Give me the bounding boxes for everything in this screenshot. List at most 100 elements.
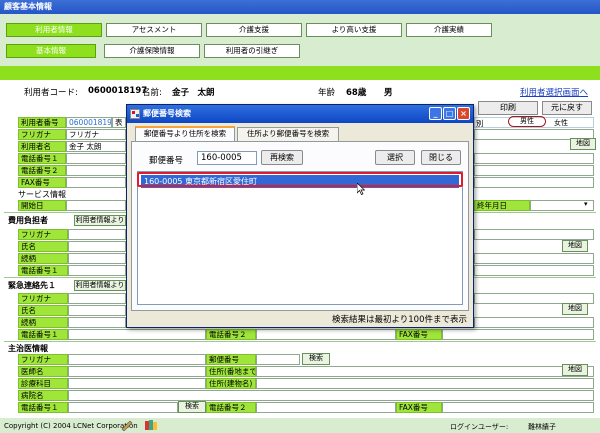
map-button-2[interactable]: 地図 [562,240,588,252]
gender-male-option[interactable]: 男性 [508,116,546,127]
doctor-furigana-field[interactable] [68,354,206,365]
emerg-relation-field[interactable] [68,317,126,328]
tab-search-by-address[interactable]: 住所より郵便番号を検索 [237,127,339,141]
books-icon[interactable] [144,419,158,431]
print-button[interactable]: 印刷 [478,101,538,115]
close-icon[interactable]: × [457,107,470,120]
doctor-addr1-field[interactable] [256,366,594,377]
phone1-field[interactable] [66,153,126,164]
user-code: 0600018197 [88,86,148,96]
doctor-phone1-field[interactable] [68,402,178,413]
window-title: 顧客基本情報 [0,0,600,14]
emerg-furigana-label: フリガナ [18,293,68,304]
right-field-4[interactable] [474,177,594,188]
payer-section-title: 費用負担者 [8,216,48,225]
emerg-fax-field[interactable] [442,329,594,340]
undo-button[interactable]: 元に戻す [542,101,592,115]
doctor-zip-field[interactable] [256,354,300,365]
fax-label: FAX番号 [18,177,66,188]
payer-furigana-field[interactable] [68,229,126,240]
emerg-phone1-field[interactable] [68,329,206,340]
map-button-3[interactable]: 地図 [562,303,588,315]
zip-input[interactable]: 160-0005 [197,151,257,165]
doctor-phone-search-button[interactable]: 検索 [178,401,206,413]
maximize-icon[interactable]: □ [443,107,456,120]
doctor-phone2-label: 電話番号２ [206,402,256,413]
start-date-label: 開始日 [18,200,66,211]
payer-name-label: 氏名 [18,241,68,252]
doctor-fax-field[interactable] [442,402,594,413]
payer-copy-button[interactable]: 利用者情報より [74,215,126,226]
doctor-zip-search-button[interactable]: 検索 [302,353,330,365]
payer-name-field[interactable] [68,241,126,252]
mouse-cursor-icon [357,183,365,195]
tab-care-record[interactable]: 介護実績 [406,23,492,37]
user-name: 金子 太朗 [172,88,215,98]
tab-basic-info[interactable]: 基本情報 [6,44,96,58]
doctor-phone1-label: 電話番号１ [18,402,68,413]
pencil-icon[interactable] [120,420,134,431]
doctor-addr2-field[interactable] [256,378,594,389]
emerg-name-field[interactable] [68,305,126,316]
minimize-icon[interactable]: _ [429,107,442,120]
close-button[interactable]: 閉じる [421,150,461,165]
login-user-label: ログインユーザー: [450,423,509,431]
dialog-title: 郵便番号検索 [143,109,191,118]
user-no-suffix: 表 [112,117,126,128]
doctor-dept-label: 診療科目 [18,378,68,389]
furigana-field[interactable]: フリガナ [66,129,126,140]
doctor-furigana-label: フリガナ [18,354,68,365]
doctor-phone2-field[interactable] [256,402,396,413]
result-item[interactable]: 160-0005 東京都新宿区愛住町 [141,175,459,188]
tab-assessment[interactable]: アセスメント [106,23,202,37]
select-button[interactable]: 選択 [375,150,415,165]
research-button[interactable]: 再検索 [261,150,303,165]
emerg-furigana-field[interactable] [68,293,126,304]
result-count-note: 検索結果は最初より100件まで表示 [331,315,467,325]
payer-right-2[interactable] [474,253,594,264]
doctor-addr2-label: 住所(建物名) [206,378,256,389]
user-header: 利用者コード: 0600018197 名前: 金子 太朗 年齢 68歳 男 利用… [0,84,600,100]
payer-furigana-label: フリガナ [18,229,68,240]
postal-search-dialog: 郵便番号検索 _ □ × 郵便番号より住所を検索 住所より郵便番号を検索 郵便番… [126,104,474,328]
age-label: 年齢 [318,88,336,98]
emerg-fax-label: FAX番号 [396,329,442,340]
zip-label: 郵便番号 [149,156,184,166]
tab-care-support[interactable]: 介護支援 [206,23,302,37]
tab-search-by-zip[interactable]: 郵便番号より住所を検索 [135,126,235,141]
doctor-name-field[interactable] [68,366,206,377]
emerg-right-2[interactable] [474,317,594,328]
results-list[interactable]: 160-0005 東京都新宿区愛住町 [137,171,463,305]
payer-relation-field[interactable] [68,253,126,264]
chevron-down-icon[interactable]: ▾ [584,200,588,208]
emerg-phone2-field[interactable] [256,329,396,340]
tab-higher-support[interactable]: より高い支援 [306,23,402,37]
service-info-label: サービス情報 [18,190,66,199]
name-field[interactable]: 金子 太朗 [66,141,126,152]
emerg-name-label: 氏名 [18,305,68,316]
doctor-dept-field[interactable] [68,378,206,389]
map-button-4[interactable]: 地図 [562,364,588,376]
fax-field[interactable] [66,177,126,188]
gender-female-option[interactable]: 女性 [554,118,568,128]
tab-handover[interactable]: 利用者の引継ぎ [204,44,300,58]
user-no-field[interactable]: 0600018197 [66,117,112,128]
payer-right-1[interactable] [474,229,594,240]
phone2-field[interactable] [66,165,126,176]
back-to-user-select-link[interactable]: 利用者選択画面へ [520,86,588,98]
hospital-field[interactable] [68,390,594,401]
dialog-title-bar: 郵便番号検索 _ □ × [127,105,473,123]
right-field-2[interactable] [474,153,594,164]
furigana-label: フリガナ [18,129,66,140]
emerg-phone2-label: 電話番号２ [206,329,256,340]
user-no-label: 利用者番号 [18,117,66,128]
start-date-field[interactable] [66,200,126,211]
tab-user-info[interactable]: 利用者情報 [6,23,102,37]
payer-phone1-field[interactable] [68,265,126,276]
emergency-copy-button[interactable]: 利用者情報より [74,280,126,291]
payer-right-3[interactable] [474,265,594,276]
right-field-3[interactable] [474,165,594,176]
map-button-1[interactable]: 地図 [570,138,596,150]
tab-insurance-info[interactable]: 介護保険情報 [104,44,200,58]
doctor-fax-label: FAX番号 [396,402,442,413]
